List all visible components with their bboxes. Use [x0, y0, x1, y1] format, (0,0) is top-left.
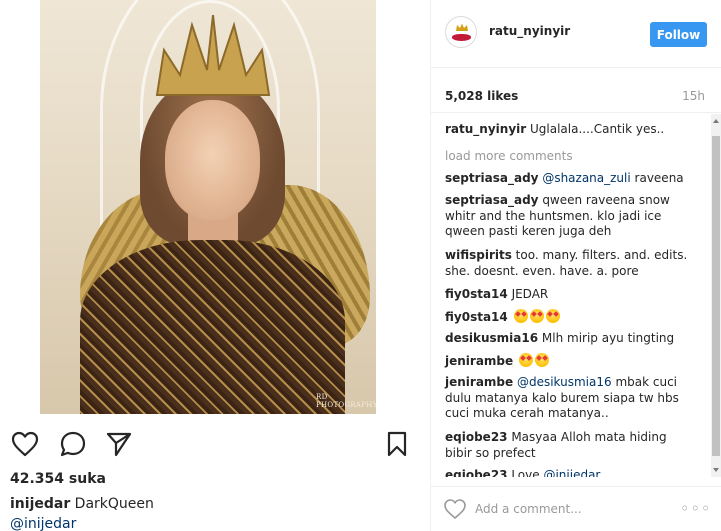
- comment-text: Love: [507, 468, 540, 477]
- follow-button[interactable]: Follow: [650, 22, 707, 47]
- avatar[interactable]: [445, 16, 477, 48]
- comment-item: wifispirits too. many. filters. and. edi…: [445, 248, 695, 279]
- comment-item: desikusmia16 Mlh mirip ayu tingting: [445, 331, 695, 347]
- comments-list: ratu_nyinyir Uglalala....Cantik yes.. lo…: [431, 114, 711, 477]
- comment-input[interactable]: [475, 499, 665, 519]
- lace-dress: [80, 240, 345, 414]
- heart-outline-icon[interactable]: [443, 497, 467, 521]
- comment-mention[interactable]: @desikusmia16: [513, 375, 612, 389]
- comment-text: Mlh mirip ayu tingting: [538, 331, 675, 345]
- comment-item: jenirambe: [445, 353, 695, 370]
- comment-text: [513, 354, 517, 368]
- comment-text: Uglalala....Cantik yes..: [526, 122, 665, 136]
- comment-username[interactable]: ratu_nyinyir: [445, 122, 526, 136]
- comment-username[interactable]: desikusmia16: [445, 331, 538, 345]
- scroll-down-arrow-icon[interactable]: [713, 468, 719, 472]
- heart-eyes-emoji: [529, 309, 544, 323]
- comments-scrollbar[interactable]: [711, 114, 721, 477]
- caption-mention[interactable]: @inijedar: [10, 516, 76, 531]
- comment-text: [508, 310, 512, 324]
- lips-logo: [452, 34, 471, 41]
- comment-item: ratu_nyinyir Uglalala....Cantik yes..: [445, 122, 695, 138]
- post-timestamp[interactable]: 15h: [682, 89, 705, 103]
- comment-item: septriasa_ady @shazana_zuli raveena: [445, 171, 695, 187]
- comment-bubble-icon[interactable]: [58, 429, 88, 459]
- heart-eyes-emoji: [534, 353, 549, 367]
- comment-mention[interactable]: @inijedar: [540, 468, 600, 477]
- likes-count[interactable]: 5,028 likes: [445, 89, 518, 103]
- scrollbar-thumb[interactable]: [712, 136, 720, 456]
- bookmark-icon[interactable]: [382, 429, 412, 459]
- comment-item: septriasa_ady qween raveena snow whitr a…: [445, 193, 695, 240]
- paper-plane-icon[interactable]: [104, 429, 134, 459]
- comment-item: eqiobe23 Love @inijedar: [445, 468, 695, 477]
- scroll-up-arrow-icon[interactable]: [713, 119, 719, 123]
- golden-crown: [155, 15, 271, 96]
- comment-username[interactable]: jenirambe: [445, 354, 513, 368]
- heart-outline-icon[interactable]: [10, 429, 40, 459]
- add-comment-bar: ◦◦◦: [431, 486, 721, 531]
- caption-text: DarkQueen: [70, 496, 154, 512]
- comment-username[interactable]: eqiobe23: [445, 430, 508, 444]
- load-more-comments[interactable]: load more comments: [445, 149, 573, 163]
- likes-bar: 5,028 likes 15h: [431, 69, 721, 113]
- crown-icon: [456, 23, 468, 31]
- comment-text: raveena: [630, 171, 684, 185]
- heart-eyes-emoji: [518, 353, 533, 367]
- comment-username[interactable]: septriasa_ady: [445, 171, 539, 185]
- header-username[interactable]: ratu_nyinyir: [489, 24, 570, 38]
- caption-username[interactable]: inijedar: [10, 496, 70, 512]
- photo-watermark: RD PHOTOGRAPHY: [316, 393, 376, 409]
- more-options-icon[interactable]: ◦◦◦: [680, 499, 711, 518]
- comment-username[interactable]: fiy0sta14: [445, 310, 508, 324]
- comment-item: jenirambe @desikusmia16 mbak cuci dulu m…: [445, 375, 695, 422]
- comment-username[interactable]: septriasa_ady: [445, 193, 539, 207]
- post-actions: [0, 425, 420, 461]
- comment-item: fiy0sta14 JEDAR: [445, 287, 695, 303]
- comment-text: JEDAR: [507, 287, 549, 301]
- post-caption: inijedar DarkQueen: [10, 496, 154, 512]
- face: [165, 100, 260, 220]
- comment-item: eqiobe23 Masyaa Alloh mata hiding bibir …: [445, 430, 695, 461]
- post-header: ratu_nyinyir Follow: [431, 0, 721, 68]
- comment-username[interactable]: jenirambe: [445, 375, 513, 389]
- comment-username[interactable]: wifispirits: [445, 248, 512, 262]
- like-count[interactable]: 42.354 suka: [10, 471, 106, 487]
- comment-username[interactable]: fiy0sta14: [445, 287, 508, 301]
- heart-eyes-emoji: [513, 309, 528, 323]
- post-photo[interactable]: RD PHOTOGRAPHY: [40, 0, 376, 414]
- heart-eyes-emoji: [545, 309, 560, 323]
- comment-username[interactable]: eqiobe23: [445, 468, 508, 477]
- comment-item: fiy0sta14: [445, 309, 695, 326]
- comment-mention[interactable]: @shazana_zuli: [539, 171, 630, 185]
